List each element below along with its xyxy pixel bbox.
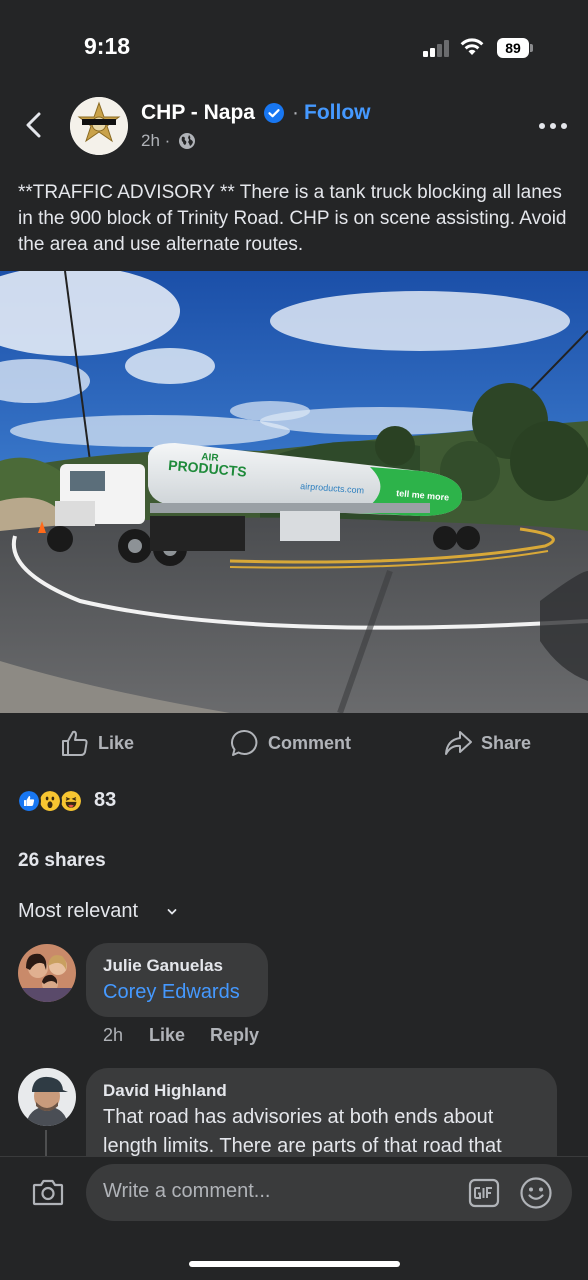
reaction-count[interactable]: 83 <box>94 789 116 812</box>
profile-photo-icon <box>18 1068 76 1126</box>
post-screen: 9:18 89 CHP - Napa · Follow 2h · **TRAFF… <box>0 0 588 1280</box>
comment-sort-dropdown[interactable]: Most relevant <box>18 900 138 923</box>
like-button[interactable]: Like <box>60 728 134 758</box>
battery-level: 89 <box>497 38 529 58</box>
more-options-icon[interactable] <box>538 122 568 130</box>
comment-time[interactable]: 2h <box>103 1025 123 1046</box>
wifi-icon <box>460 38 484 55</box>
comment-button[interactable]: Comment <box>230 728 351 758</box>
status-bar: 9:18 89 <box>0 0 588 90</box>
status-time: 9:18 <box>84 33 131 59</box>
commenter-avatar[interactable] <box>18 944 76 1002</box>
post-time[interactable]: 2h · <box>141 131 170 151</box>
comment-bubble <box>86 943 268 1017</box>
comment-input-placeholder[interactable]: Write a comment... <box>103 1180 270 1203</box>
tank-truck-photo: AIR PRODUCTS airproducts.com tell me mor… <box>0 271 588 713</box>
comment-mention[interactable]: Corey Edwards <box>103 981 240 1004</box>
cellular-signal-icon <box>423 39 451 57</box>
profile-photo-icon <box>18 944 76 1002</box>
comment-author[interactable]: Julie Ganuelas <box>103 956 223 976</box>
follow-separator: · <box>292 101 299 124</box>
like-label: Like <box>98 732 135 753</box>
comment-text-line: That road has advisories at both ends ab… <box>103 1106 494 1128</box>
share-button[interactable]: Share <box>443 728 531 758</box>
comment-reply-button[interactable]: Reply <box>210 1025 259 1046</box>
back-arrow-icon[interactable] <box>22 110 46 140</box>
share-arrow-icon <box>445 731 472 755</box>
share-label: Share <box>481 732 532 753</box>
home-indicator[interactable] <box>189 1261 400 1267</box>
gif-icon[interactable] <box>468 1177 500 1209</box>
camera-icon[interactable] <box>31 1175 65 1209</box>
chp-star-badge-icon <box>70 97 128 155</box>
chevron-down-icon[interactable] <box>166 906 178 918</box>
comment-text-line: length limits. There are parts of that r… <box>103 1135 502 1157</box>
page-name[interactable]: CHP - Napa <box>141 101 255 125</box>
commenter-avatar[interactable] <box>18 1068 76 1126</box>
haha-reaction-icon <box>59 789 83 813</box>
verified-badge-icon <box>264 103 284 123</box>
shares-count[interactable]: 26 shares <box>18 850 106 872</box>
comment-like-button[interactable]: Like <box>149 1025 185 1046</box>
globe-icon <box>179 133 195 149</box>
comment-bubble-icon <box>230 729 258 756</box>
wow-reaction-icon <box>38 789 62 813</box>
post-text: **TRAFFIC ADVISORY ** There is a tank tr… <box>18 182 567 255</box>
follow-button[interactable]: Follow <box>304 101 371 125</box>
like-reaction-icon <box>17 789 41 813</box>
comment-label: Comment <box>268 732 352 753</box>
battery-icon: 89 <box>497 38 533 58</box>
emoji-icon[interactable] <box>519 1176 553 1210</box>
reactions-summary[interactable] <box>17 789 97 813</box>
page-avatar[interactable] <box>70 97 128 155</box>
thumbs-up-icon <box>62 730 88 756</box>
post-photo[interactable]: AIR PRODUCTS airproducts.com tell me mor… <box>0 271 588 713</box>
comment-author[interactable]: David Highland <box>103 1081 227 1101</box>
